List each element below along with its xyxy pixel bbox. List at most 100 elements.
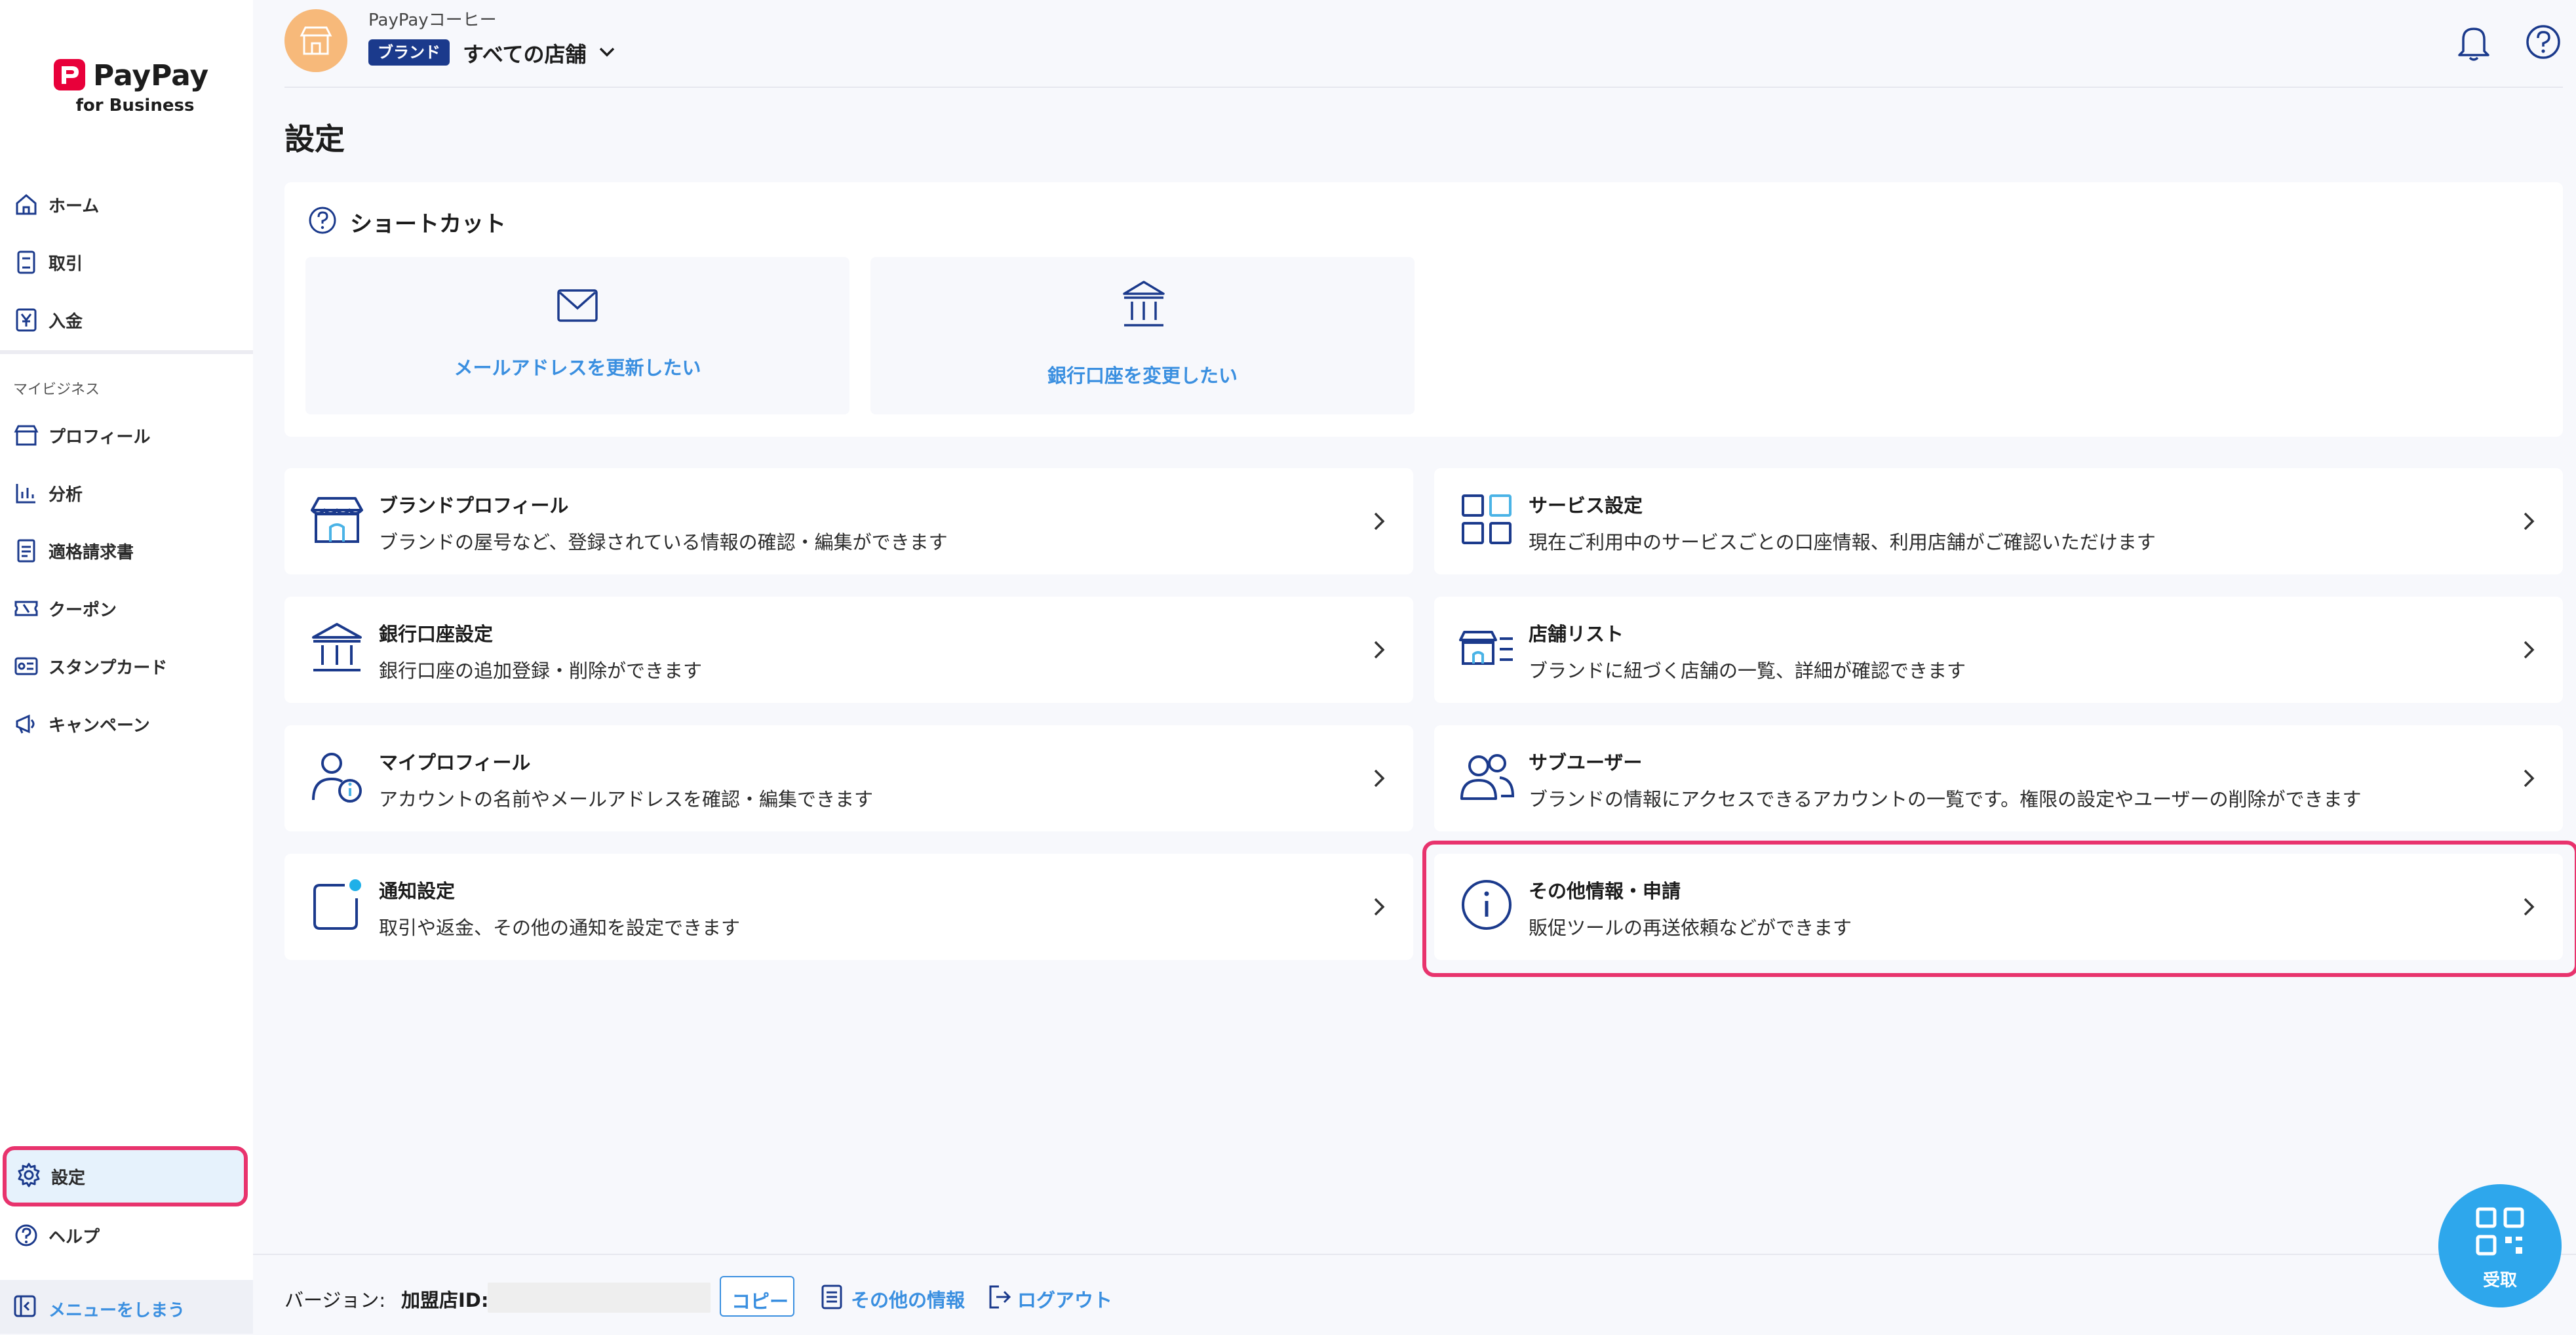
sidebar-item-label: ヘルプ <box>49 1227 100 1247</box>
megaphone-icon <box>16 714 35 734</box>
shortcut-label: 銀行口座を変更したい <box>1047 365 1238 387</box>
chart-icon <box>16 484 35 504</box>
store-icon <box>14 425 39 446</box>
sidebar-item-stamp-card[interactable]: スタンプカード <box>0 637 253 695</box>
chevron-right-icon <box>2524 641 2535 659</box>
sidebar-item-label: スタンプカード <box>49 658 168 678</box>
settings-item-desc: ブランドの情報にアクセスできるアカウントの一覧です。権限の設定やユーザーの削除が… <box>1529 788 2362 810</box>
sidebar-item-label: 分析 <box>49 485 83 505</box>
sidebar-item-help[interactable]: ヘルプ <box>0 1206 253 1264</box>
version-label: バージョン: <box>284 1289 386 1311</box>
collapse-menu-button[interactable]: メニューをしまう <box>0 1280 253 1334</box>
sidebar-item-deposit[interactable]: 入金 <box>0 291 253 349</box>
sidebar-item-analytics[interactable]: 分析 <box>0 464 253 522</box>
coupon-icon <box>14 601 38 616</box>
settings-item-brand-profile[interactable]: ブランドプロフィール ブランドの屋号など、登録されている情報の確認・編集ができま… <box>284 468 1413 574</box>
sidebar-item-invoice[interactable]: 適格請求書 <box>0 522 253 580</box>
sidebar: PayPay for Business ホーム 取引 入金 マイビジネス プロフ… <box>0 0 253 1334</box>
merchant-id-label: 加盟店ID: <box>401 1289 489 1311</box>
chevron-right-icon <box>1374 512 1385 530</box>
settings-item-title: マイプロフィール <box>379 751 531 774</box>
copy-button[interactable]: コピー <box>720 1276 794 1317</box>
qr-icon <box>2476 1207 2524 1256</box>
help-icon[interactable] <box>2525 24 2562 60</box>
bank-icon <box>1123 281 1165 327</box>
settings-item-desc: ブランドの屋号など、登録されている情報の確認・編集ができます <box>379 531 948 553</box>
chevron-right-icon <box>2524 512 2535 530</box>
logout-link[interactable]: ログアウト <box>1017 1285 1112 1313</box>
paypay-logo[interactable]: PayPay for Business <box>50 58 209 123</box>
shortcut-label: メールアドレスを更新したい <box>454 357 701 379</box>
settings-item-desc: ブランドに紐づく店舗の一覧、詳細が確認できます <box>1529 660 1966 682</box>
sidebar-item-label: ホーム <box>49 197 100 216</box>
chevron-right-icon <box>1374 641 1385 659</box>
settings-item-title: ブランドプロフィール <box>379 494 569 517</box>
merchant-id-value <box>488 1283 711 1313</box>
section-label: マイビジネス <box>13 382 100 398</box>
grid-icon <box>1462 494 1512 544</box>
help-icon <box>15 1224 37 1246</box>
notification-icon <box>313 879 361 930</box>
bank-icon <box>312 623 362 671</box>
sidebar-item-label: クーポン <box>49 601 117 620</box>
gear-icon <box>18 1163 40 1187</box>
settings-item-store-list[interactable]: 店舗リスト ブランドに紐づく店舗の一覧、詳細が確認できます <box>1434 597 2563 703</box>
other-info-link[interactable]: その他の情報 <box>851 1285 965 1313</box>
chevron-right-icon <box>2524 898 2535 916</box>
stamp-card-icon <box>14 657 38 675</box>
sidebar-item-transactions[interactable]: 取引 <box>0 233 253 291</box>
settings-item-title: サブユーザー <box>1529 751 1643 774</box>
settings-item-desc: 現在ご利用中のサービスごとの口座情報、利用店舗がご確認いただけます <box>1529 531 2156 553</box>
settings-item-title: 通知設定 <box>379 880 456 902</box>
shortcut-title: ショートカット <box>350 211 506 237</box>
settings-item-title: 店舗リスト <box>1529 623 1624 645</box>
settings-item-title: その他情報・申請 <box>1529 880 1681 902</box>
sidebar-item-profile[interactable]: プロフィール <box>0 407 253 464</box>
invoice-icon <box>17 539 35 563</box>
settings-item-desc: 取引や返金、その他の通知を設定できます <box>379 917 741 939</box>
store-icon <box>300 26 332 55</box>
settings-item-title: サービス設定 <box>1529 494 1643 517</box>
settings-item-my-profile[interactable]: マイプロフィール アカウントの名前やメールアドレスを確認・編集できます <box>284 725 1413 831</box>
chevron-down-icon <box>599 47 615 57</box>
sidebar-item-label: 入金 <box>49 312 83 332</box>
mail-icon <box>557 289 598 322</box>
footer: バージョン: 加盟店ID: コピー その他の情報 ログアウト <box>253 1254 2576 1335</box>
sidebar-item-settings[interactable]: 設定 <box>3 1146 248 1206</box>
settings-item-notification[interactable]: 通知設定 取引や返金、その他の通知を設定できます <box>284 854 1413 960</box>
sidebar-item-campaign[interactable]: キャンペーン <box>0 695 253 753</box>
settings-item-desc: アカウントの名前やメールアドレスを確認・編集できます <box>379 788 874 810</box>
sidebar-item-label: 設定 <box>51 1168 86 1188</box>
store-selector[interactable]: すべての店舗 <box>463 35 633 70</box>
sidebar-item-coupon[interactable]: クーポン <box>0 580 253 637</box>
shortcut-update-email[interactable]: メールアドレスを更新したい <box>305 257 849 414</box>
sidebar-item-home[interactable]: ホーム <box>0 176 253 233</box>
receive-fab-label: 受取 <box>2482 1271 2517 1290</box>
settings-item-other-info[interactable]: その他情報・申請 販促ツールの再送依頼などができます <box>1434 854 2563 960</box>
list-icon <box>821 1285 842 1309</box>
help-icon[interactable] <box>308 206 337 235</box>
settings-item-desc: 販促ツールの再送依頼などができます <box>1529 917 1852 939</box>
settings-item-bank-account[interactable]: 銀行口座設定 銀行口座の追加登録・削除ができます <box>284 597 1413 703</box>
shop-avatar[interactable] <box>284 9 347 72</box>
sidebar-divider <box>0 350 253 354</box>
settings-item-desc: 銀行口座の追加登録・削除ができます <box>379 660 703 682</box>
settings-item-title: 銀行口座設定 <box>379 623 494 645</box>
page-title: 設定 <box>284 121 345 157</box>
sidebar-item-label: キャンペーン <box>49 716 150 736</box>
receipt-icon <box>17 250 35 274</box>
user-info-icon <box>312 753 362 803</box>
store-icon <box>311 497 363 543</box>
copy-button-label: コピー <box>732 1290 789 1313</box>
yen-icon <box>16 308 37 332</box>
receive-fab[interactable]: 受取 <box>2438 1184 2562 1307</box>
settings-item-sub-users[interactable]: サブユーザー ブランドの情報にアクセスできるアカウントの一覧です。権限の設定やユ… <box>1434 725 2563 831</box>
collapse-menu-label: メニューをしまう <box>49 1301 185 1321</box>
paypay-logo-icon <box>54 59 85 90</box>
settings-item-service[interactable]: サービス設定 現在ご利用中のサービスごとの口座情報、利用店舗がご確認いただけます <box>1434 468 2563 574</box>
collapse-icon <box>14 1295 36 1317</box>
shortcut-change-bank[interactable]: 銀行口座を変更したい <box>870 257 1415 414</box>
chevron-right-icon <box>1374 769 1385 787</box>
bell-icon[interactable] <box>2455 22 2492 62</box>
logo-text: PayPay <box>93 59 209 92</box>
